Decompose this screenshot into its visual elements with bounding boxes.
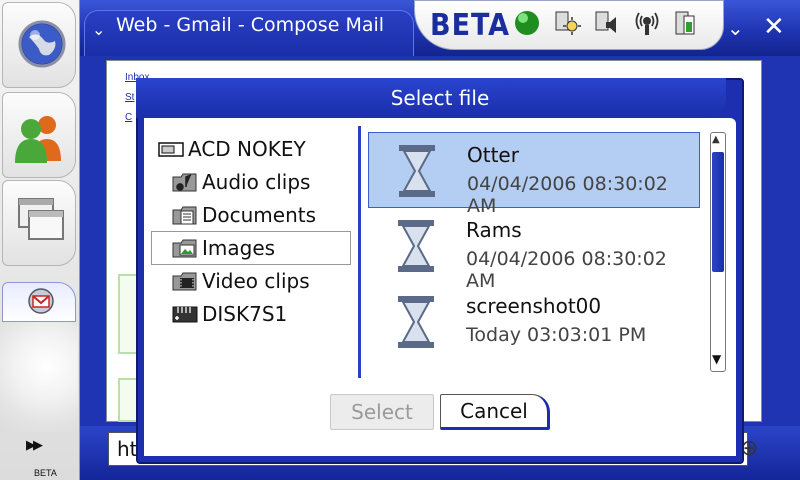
folder-label: Documents [202,203,317,227]
battery-icon[interactable] [672,8,702,38]
folder-item-images[interactable]: Images [151,231,351,265]
file-date: Today 03:03:01 PM [466,324,647,346]
file-name: screenshot00 [466,294,602,318]
navigator-arrows-icon[interactable]: ▶▶ [26,438,43,453]
folder-item-documents[interactable]: Documents [172,200,316,230]
folder-item-acd-nokey[interactable]: ACD NOKEY [158,134,306,164]
gmail-icon [28,288,54,314]
scroll-up-icon[interactable]: ▲ [712,134,720,145]
navigator-decoration [0,322,78,432]
cancel-button[interactable]: Cancel [440,394,550,430]
background-link: St [125,92,135,103]
file-item-rams[interactable]: Rams 04/04/2006 08:30:02 AM [368,208,700,292]
connectivity-icon[interactable] [632,8,662,38]
select-button[interactable]: Select [330,394,434,430]
folder-label: Audio clips [202,170,311,194]
hourglass-icon [399,145,435,197]
hourglass-icon [398,220,434,272]
dialog-title: Select file [390,86,490,110]
contacts-nav-button[interactable] [2,92,76,178]
volume-icon[interactable] [592,8,622,38]
task-navigator: ▶▶ BETA [0,0,80,480]
minimize-button[interactable]: ⌄ [727,16,744,40]
folder-label: ACD NOKEY [188,137,306,161]
folder-label: Images [202,236,276,260]
file-name: Rams [466,218,522,242]
scroll-down-icon[interactable]: ▼ [712,352,721,366]
file-item-otter[interactable]: Otter 04/04/2006 08:30:02 AM [368,132,700,217]
navigator-beta-label: BETA [34,468,57,478]
pane-divider[interactable] [358,126,361,378]
windows-icon [18,198,64,240]
applications-nav-button[interactable] [2,180,76,266]
green-status-icon[interactable] [512,8,542,38]
folder-item-disk7s1[interactable]: DISK7S1 [172,299,287,329]
folder-item-video-clips[interactable]: Video clips [172,266,310,296]
gmail-nav-button[interactable] [2,282,76,322]
memory-card-icon [172,306,198,323]
audio-folder-icon [172,173,197,192]
hourglass-icon [398,296,434,348]
scrollbar-thumb[interactable] [712,152,724,272]
contacts-icon [15,116,61,163]
video-folder-icon [172,272,197,291]
web-nav-button[interactable] [2,2,76,88]
folder-label: DISK7S1 [202,302,288,326]
chevron-down-icon[interactable]: ⌄ [92,20,105,39]
brightness-icon[interactable] [552,8,582,38]
close-button[interactable]: ✕ [763,12,785,42]
background-link: C [125,112,133,123]
globe-icon [18,20,66,68]
file-item-screenshot00[interactable]: screenshot00 Today 03:03:01 PM [368,284,700,360]
documents-folder-icon [172,206,197,225]
images-folder-icon [172,239,197,258]
file-name: Otter [467,143,519,167]
beta-label: BETA [430,8,510,43]
folder-item-audio-clips[interactable]: Audio clips [172,167,310,197]
window-title: Web - Gmail - Compose Mail [116,14,385,36]
device-icon [158,142,184,157]
folder-label: Video clips [202,269,310,293]
